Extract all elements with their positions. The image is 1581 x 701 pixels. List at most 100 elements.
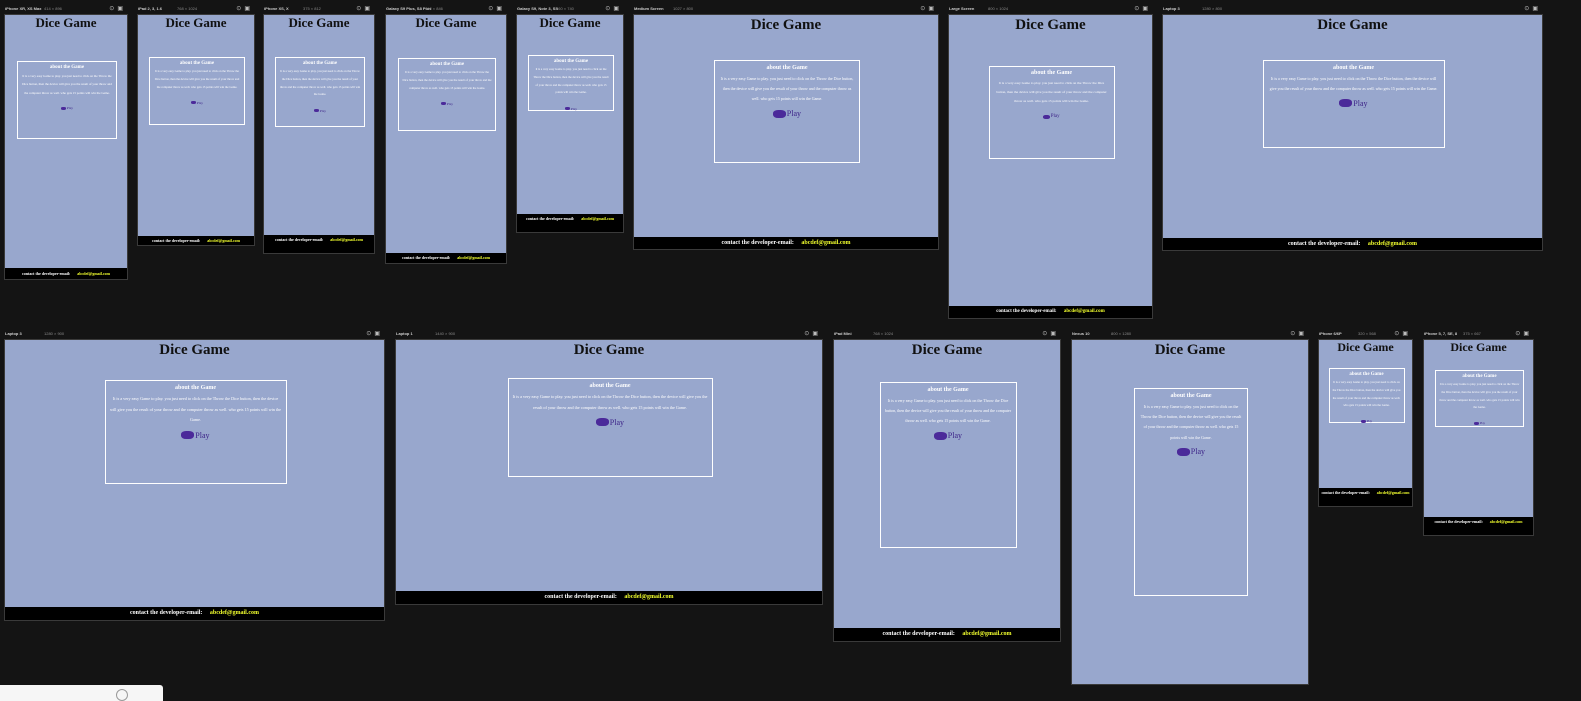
footer-email-link[interactable]: abcdef@gmail.com bbox=[624, 594, 673, 600]
about-heading: about the Game bbox=[589, 383, 631, 389]
about-card: about the Game It is a very easy Game to… bbox=[398, 58, 496, 131]
about-card: about the Game It is a very easy Game to… bbox=[1328, 368, 1405, 424]
device-name: iPhone XR, XS Max bbox=[5, 6, 42, 11]
footer-email-link[interactable]: abcdef@gmail.com bbox=[962, 631, 1011, 637]
page-title: Dice Game bbox=[1015, 17, 1086, 33]
screenshot-icon[interactable]: ▣ bbox=[117, 6, 126, 12]
device-name: Medium Screen bbox=[634, 6, 664, 11]
play-button[interactable]: Play bbox=[933, 431, 962, 441]
play-button[interactable]: Play bbox=[440, 102, 453, 106]
device-size: 1027 × 800 bbox=[673, 6, 694, 11]
footer-label: contact the developer-email: bbox=[526, 216, 575, 221]
device-toolbar: iPhone 5, 7, SE, 8 375 × 667 ⊙▣ bbox=[1423, 329, 1534, 339]
gamepad-icon bbox=[181, 431, 195, 440]
play-label: Play bbox=[195, 430, 210, 440]
footer-label: contact the developer-email: bbox=[130, 610, 203, 616]
device-name: Large Screen bbox=[949, 6, 975, 11]
about-card: about the Game It is a very easy Game to… bbox=[17, 61, 117, 139]
page-footer: contact the developer-email: abcdef@gmai… bbox=[396, 591, 822, 604]
play-label: Play bbox=[1353, 98, 1368, 108]
screenshot-icon[interactable]: ▣ bbox=[1523, 331, 1532, 337]
about-heading: about the Game bbox=[553, 59, 589, 64]
device-name: Laptop 3 bbox=[1163, 6, 1180, 11]
about-text: It is a very easy Game to play. you just… bbox=[22, 74, 112, 95]
device-size: 414 × 896 bbox=[44, 6, 62, 11]
device-size: 1280 × 900 bbox=[44, 331, 65, 336]
screenshot-icon[interactable]: ▣ bbox=[374, 331, 383, 337]
screenshot-icon[interactable]: ▣ bbox=[1050, 331, 1059, 337]
screenshot-icon[interactable]: ▣ bbox=[812, 331, 821, 337]
footer-email-link[interactable]: abcdef@gmail.com bbox=[207, 238, 240, 243]
screenshot-icon[interactable]: ▣ bbox=[496, 6, 505, 12]
page-footer: contact the developer-email: abcdef@gmai… bbox=[386, 253, 506, 263]
device-size: 768 × 1024 bbox=[873, 331, 894, 336]
about-text: It is a very easy Game to play. you just… bbox=[1269, 75, 1438, 91]
about-card: about the Game It is a very easy Game to… bbox=[714, 60, 860, 163]
footer-email-link[interactable]: abcdef@gmail.com bbox=[1368, 241, 1417, 247]
device-size: 412 × 846 bbox=[425, 6, 443, 11]
page-footer: contact the developer-email: abcdef@gmai… bbox=[5, 607, 384, 620]
play-button[interactable]: Play bbox=[1473, 421, 1485, 426]
footer-email-link[interactable]: abcdef@gmail.com bbox=[1490, 519, 1523, 524]
footer-email-link[interactable]: abcdef@gmail.com bbox=[581, 216, 614, 221]
screenshot-icon[interactable]: ▣ bbox=[613, 6, 622, 12]
play-button[interactable]: Play bbox=[564, 107, 577, 111]
play-label: Play bbox=[1190, 447, 1206, 457]
footer-email-link[interactable]: abcdef@gmail.com bbox=[1377, 490, 1410, 495]
play-label: Play bbox=[319, 108, 327, 113]
screenshot-icon[interactable]: ▣ bbox=[1298, 331, 1307, 337]
device-name: Nexus 10 bbox=[1072, 331, 1090, 336]
device-name: iPad Mini bbox=[834, 331, 852, 336]
device-screen: Dice Game about the Game It is a very ea… bbox=[1423, 339, 1534, 536]
play-label: Play bbox=[786, 109, 802, 119]
screenshot-icon[interactable]: ▣ bbox=[244, 6, 253, 12]
device-size: 768 × 1024 bbox=[177, 6, 198, 11]
device-frame: Medium Screen 1027 × 800 ⊙▣ Dice Game ab… bbox=[633, 4, 939, 250]
play-button[interactable]: Play bbox=[772, 109, 802, 119]
page-footer: contact the developer-email: abcdef@gmai… bbox=[5, 268, 127, 279]
screenshot-icon[interactable]: ▣ bbox=[1532, 6, 1541, 12]
play-button[interactable]: Play bbox=[1176, 447, 1206, 457]
device-size: 800 × 1024 bbox=[988, 6, 1009, 11]
about-text: It is a very easy Game to play. you just… bbox=[1332, 380, 1401, 408]
about-text: It is a very easy Game to play. you just… bbox=[720, 75, 854, 102]
gamepad-icon bbox=[440, 102, 446, 106]
play-button[interactable]: Play bbox=[595, 418, 624, 428]
play-button[interactable]: Play bbox=[1339, 98, 1368, 109]
play-button[interactable]: Play bbox=[181, 430, 210, 441]
screenshot-icon[interactable]: ▣ bbox=[1142, 6, 1151, 12]
play-label: Play bbox=[66, 106, 74, 111]
about-card: about the Game It is a very easy Game to… bbox=[275, 57, 365, 127]
footer-label: contact the developer-email: bbox=[721, 240, 794, 246]
play-button[interactable]: Play bbox=[313, 108, 327, 113]
screenshot-icon[interactable]: ▣ bbox=[364, 6, 373, 12]
footer-label: contact the developer-email: bbox=[402, 255, 451, 260]
device-frame: iPhone XR, XS Max 414 × 896 ⊙▣ Dice Game… bbox=[4, 4, 128, 280]
play-button[interactable]: Play bbox=[190, 101, 203, 105]
footer-label: contact the developer-email: bbox=[882, 631, 955, 637]
page-title: Dice Game bbox=[1154, 342, 1226, 358]
about-card: about the Game It is a very easy Game to… bbox=[149, 57, 245, 125]
device-frame: iPad Mini 768 × 1024 ⊙▣ Dice Game about … bbox=[833, 329, 1061, 642]
footer-label: contact the developer-email: bbox=[996, 309, 1057, 314]
about-card: about the Game It is a very easy Game to… bbox=[1435, 370, 1524, 427]
gamepad-icon bbox=[190, 101, 196, 105]
play-button[interactable]: Play bbox=[1360, 419, 1372, 424]
footer-email-link[interactable]: abcdef@gmail.com bbox=[330, 237, 363, 242]
footer-email-link[interactable]: abcdef@gmail.com bbox=[457, 255, 490, 260]
device-frame: Galaxy S9 Plus, S8 Plus 412 × 846 ⊙▣ Dic… bbox=[385, 4, 507, 264]
page-footer: contact the developer-email: abcdef@gmai… bbox=[1424, 517, 1533, 535]
bottom-panel-widget[interactable] bbox=[0, 685, 163, 701]
screenshot-icon[interactable]: ▣ bbox=[928, 6, 937, 12]
device-screen: Dice Game about the Game It is a very ea… bbox=[1071, 339, 1309, 685]
page-title: Dice Game bbox=[165, 15, 227, 30]
footer-email-link[interactable]: abcdef@gmail.com bbox=[801, 240, 850, 246]
device-name: Galaxy S9, Note 3, S5 bbox=[517, 6, 558, 11]
footer-email-link[interactable]: abcdef@gmail.com bbox=[1064, 309, 1105, 314]
footer-email-link[interactable]: abcdef@gmail.com bbox=[77, 271, 110, 276]
play-button[interactable]: Play bbox=[60, 106, 74, 111]
gamepad-icon bbox=[1043, 114, 1050, 119]
play-button[interactable]: Play bbox=[1043, 114, 1060, 120]
screenshot-icon[interactable]: ▣ bbox=[1402, 331, 1411, 337]
footer-email-link[interactable]: abcdef@gmail.com bbox=[210, 610, 259, 616]
